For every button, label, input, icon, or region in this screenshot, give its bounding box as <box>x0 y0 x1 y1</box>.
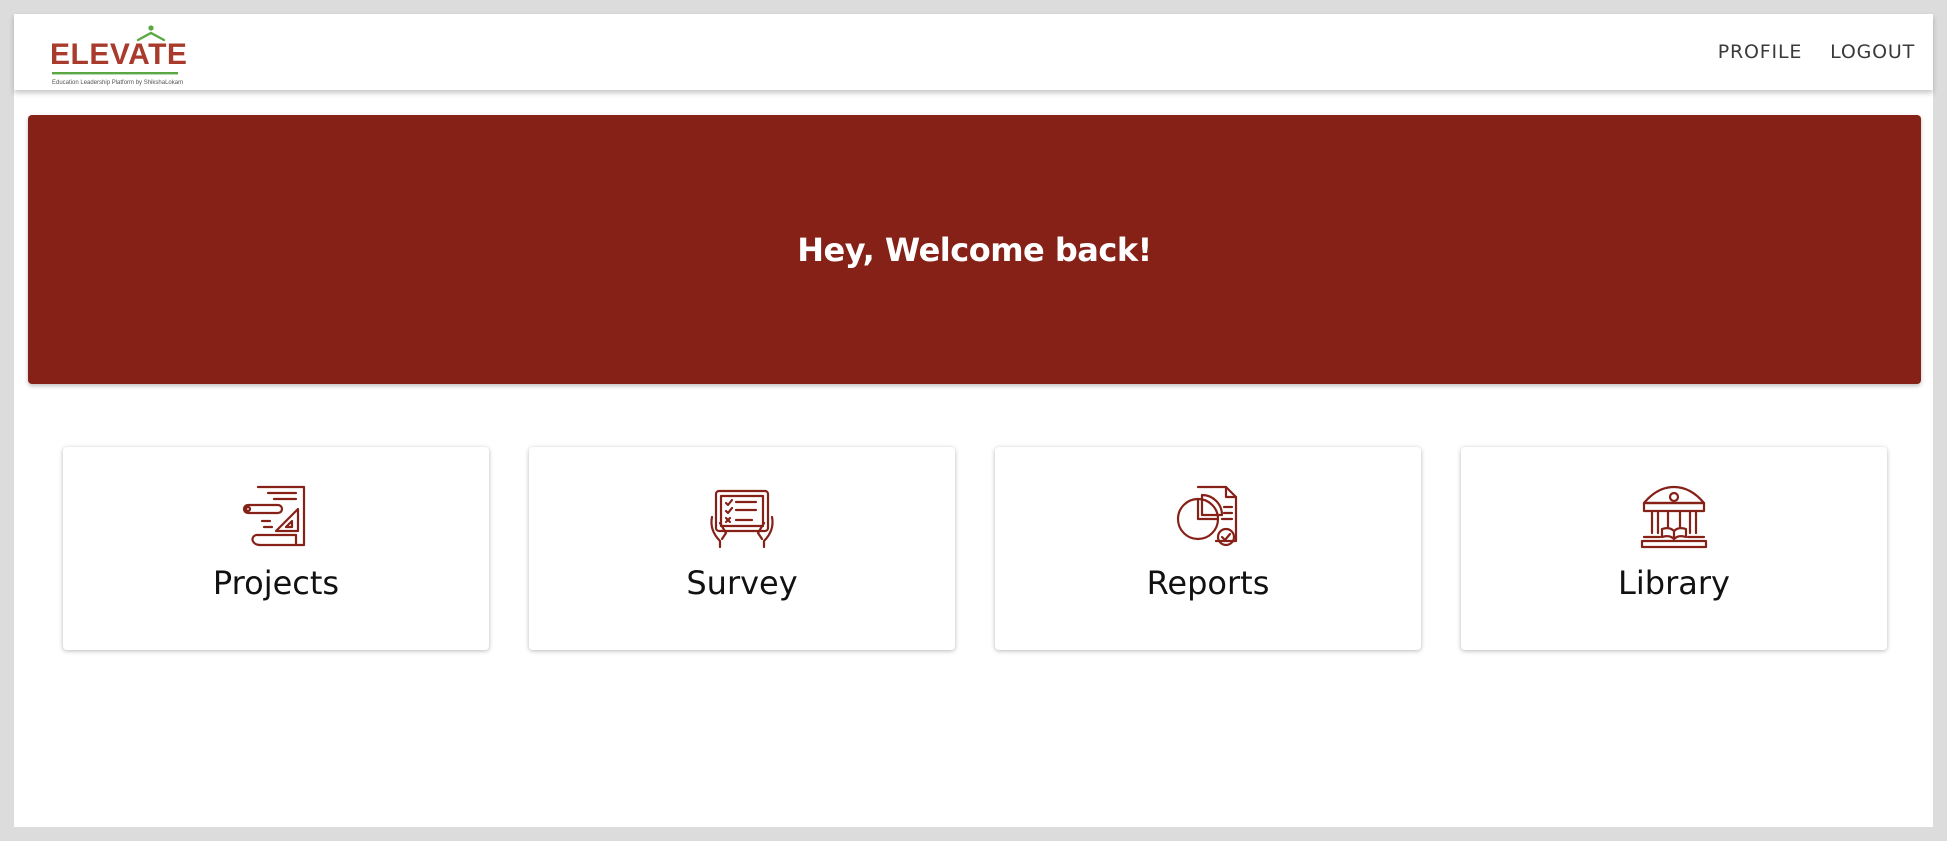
library-card[interactable]: Library <box>1461 447 1887 650</box>
welcome-banner: Hey, Welcome back! <box>28 115 1921 384</box>
projects-card[interactable]: Projects <box>63 447 489 650</box>
app-frame: ELEVATE Education Leadership Platform by… <box>14 14 1933 827</box>
reports-card[interactable]: Reports <box>995 447 1421 650</box>
logout-link[interactable]: LOGOUT <box>1830 38 1915 66</box>
survey-card-label: Survey <box>686 564 798 602</box>
survey-icon <box>710 489 774 549</box>
projects-icon <box>242 485 306 547</box>
survey-card[interactable]: Survey <box>529 447 955 650</box>
elevate-logo[interactable]: ELEVATE Education Leadership Platform by… <box>50 24 187 86</box>
reports-card-label: Reports <box>1146 564 1270 602</box>
library-card-label: Library <box>1618 564 1730 602</box>
top-navbar: ELEVATE Education Leadership Platform by… <box>14 14 1933 90</box>
reports-icon <box>1176 485 1238 547</box>
logo-tagline: Education Leadership Platform by Shiksha… <box>52 80 184 86</box>
logo-wordmark: ELEVATE <box>50 38 188 71</box>
library-icon <box>1640 485 1708 549</box>
profile-link[interactable]: PROFILE <box>1718 38 1802 66</box>
welcome-title: Hey, Welcome back! <box>797 230 1152 269</box>
header-nav: PROFILE LOGOUT <box>1718 38 1915 66</box>
feature-cards: Projects Survey Reports Library <box>63 447 1887 650</box>
projects-card-label: Projects <box>212 564 340 602</box>
